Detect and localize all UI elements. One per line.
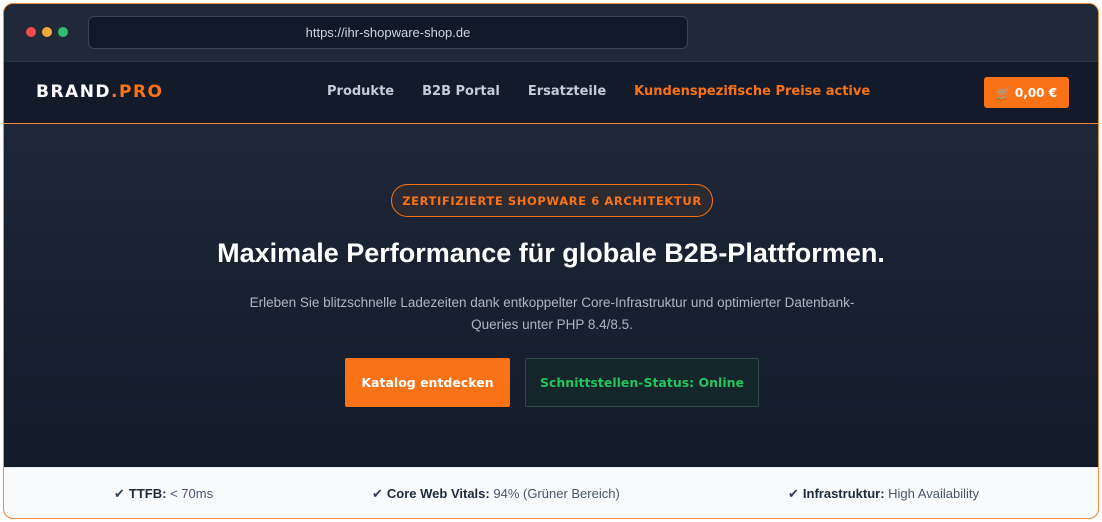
minimize-window-button[interactable] [42, 27, 52, 37]
cart-button[interactable]: 🛒 0,00 € [984, 77, 1069, 108]
stat-label: Infrastruktur: [802, 486, 885, 501]
stat-value: High Availability [888, 486, 979, 501]
stat-infrastruktur: ✔ Infrastruktur: High Availability [788, 486, 979, 502]
stat-value: 94% (Grüner Bereich) [493, 486, 620, 501]
hero-headline: Maximale Performance für globale B2B-Pla… [217, 238, 885, 268]
browser-chrome: https://ihr-shopware-shop.de [4, 4, 1098, 62]
address-bar[interactable]: https://ihr-shopware-shop.de [88, 16, 688, 49]
nav-link-b2b-portal[interactable]: B2B Portal [422, 84, 500, 99]
stat-value: < 70ms [170, 486, 214, 501]
logo-text: BRAND [36, 82, 112, 102]
nav-link-ersatzteile[interactable]: Ersatzteile [528, 84, 606, 99]
logo-accent: .PRO [111, 82, 164, 102]
brand-logo[interactable]: BRAND.PRO [36, 82, 164, 102]
site-header: BRAND.PRO Produkte B2B Portal Ersatzteil… [4, 62, 1098, 124]
browser-window: https://ihr-shopware-shop.de BRAND.PRO P… [3, 3, 1099, 519]
stats-bar: ✔ TTFB: < 70ms ✔ Core Web Vitals: 94% (Grü… [4, 467, 1098, 518]
stat-ttfb: ✔ TTFB: < 70ms [114, 486, 213, 502]
main-navigation: Produkte B2B Portal Ersatzteile Kundensp… [327, 84, 870, 99]
stat-label: TTFB: [128, 486, 167, 501]
hero-subtext: Erleben Sie blitzschnelle Ladezeiten dan… [249, 295, 855, 332]
nav-link-kundenspezifische-preise[interactable]: Kundenspezifische Preise active [634, 84, 870, 99]
close-window-button[interactable] [26, 27, 36, 37]
check-icon: ✔ [114, 486, 125, 501]
catalog-button[interactable]: Katalog entdecken [345, 358, 510, 407]
stat-core-web-vitals: ✔ Core Web Vitals: 94% (Grüner Bereich) [372, 486, 620, 502]
maximize-window-button[interactable] [58, 27, 68, 37]
check-icon: ✔ [372, 486, 383, 501]
certification-badge: ZERTIFIZIERTE SHOPWARE 6 ARCHITEKTUR [391, 184, 713, 217]
shopping-cart-icon: 🛒 [995, 85, 1011, 100]
check-icon: ✔ [788, 486, 799, 501]
cart-total: 0,00 € [1014, 85, 1058, 100]
api-status-button[interactable]: Schnittstellen-Status: Online [525, 358, 759, 407]
hero-section: ZERTIFIZIERTE SHOPWARE 6 ARCHITEKTUR Max… [4, 124, 1098, 467]
nav-link-produkte[interactable]: Produkte [327, 84, 394, 99]
stat-label: Core Web Vitals: [386, 486, 490, 501]
